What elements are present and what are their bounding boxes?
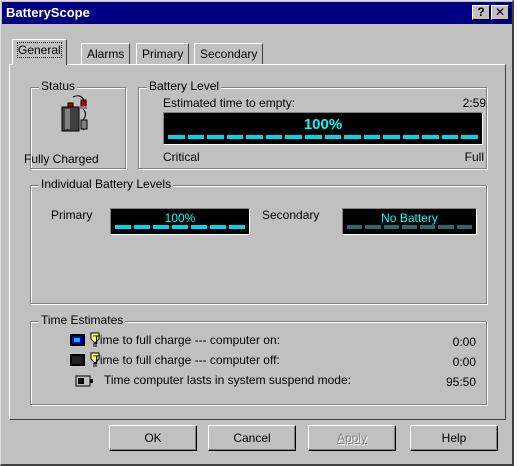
lcd-segment: [365, 225, 381, 229]
lcd-segment: [226, 135, 244, 139]
estimate-row-3-value: 95:50: [445, 375, 476, 389]
lcd-segment: [438, 225, 454, 229]
estimate-row-2-value: 0:00: [452, 355, 476, 369]
lcd-segment: [363, 135, 381, 139]
tab-primary[interactable]: Primary: [136, 43, 190, 65]
individual-levels-group: Individual Battery Levels Primary 100% S…: [30, 177, 487, 304]
battery-level-segments: [168, 135, 478, 139]
lcd-segment: [441, 135, 459, 139]
battery-level-percent: 100%: [303, 116, 343, 133]
status-group: Status Fully Charged: [24, 79, 126, 169]
battery-level-group-label: Battery Level: [147, 79, 222, 93]
lcd-segment: [187, 135, 205, 139]
estimate-row-3-label: Time computer lasts in system suspend mo…: [104, 373, 351, 387]
primary-percent: 100%: [164, 211, 196, 225]
lcd-segment: [134, 225, 150, 229]
lcd-segment: [344, 135, 361, 139]
cancel-button[interactable]: Cancel: [208, 425, 296, 451]
status-group-label: Status: [39, 79, 78, 93]
battery-level-group: Battery Level Estimated time to empty: 2…: [138, 79, 487, 169]
lcd-segment: [461, 135, 478, 139]
primary-label: Primary: [51, 208, 93, 222]
secondary-status: No Battery: [381, 211, 438, 225]
estimate-row-2-label: Time to full charge --- computer off:: [93, 353, 280, 367]
battery-plug-icon: [61, 95, 88, 132]
lcd-segment: [420, 225, 436, 229]
help-button[interactable]: Help: [410, 425, 498, 451]
lcd-segment: [115, 225, 131, 229]
estimate-row-1-label: Time to full charge --- computer on:: [93, 333, 280, 347]
lcd-segment: [324, 135, 342, 139]
lcd-segment: [402, 135, 420, 139]
lcd-segment: [172, 225, 188, 229]
lcd-segment: [456, 225, 472, 229]
lcd-segment: [207, 135, 224, 139]
time-estimates-group: Time Estimates Time to full charge --- c…: [30, 313, 487, 405]
lcd-segment: [153, 225, 169, 229]
individual-levels-group-label: Individual Battery Levels: [39, 177, 174, 191]
lcd-segment: [285, 135, 302, 139]
general-tab-panel: Status Fully Charged Battery Level Estim…: [9, 64, 506, 420]
critical-label: Critical: [163, 150, 200, 164]
tab-alarms[interactable]: Alarms: [81, 43, 131, 65]
title-bar[interactable]: BatteryScope ? ✕: [2, 2, 512, 24]
primary-meter: 100%: [110, 208, 250, 235]
tab-secondary[interactable]: Secondary: [194, 43, 264, 65]
lcd-segment: [246, 135, 263, 139]
window-title: BatteryScope: [6, 5, 90, 20]
status-text: Fully Charged: [24, 152, 99, 166]
tab-general[interactable]: General: [12, 39, 67, 65]
lcd-segment: [168, 135, 185, 139]
help-title-button[interactable]: ?: [472, 5, 490, 20]
secondary-segments: [347, 225, 472, 229]
lcd-segment: [383, 135, 400, 139]
lcd-segment: [191, 225, 207, 229]
primary-segments: [115, 225, 245, 229]
secondary-meter: No Battery: [342, 208, 477, 235]
estimate-row-1-value: 0:00: [452, 335, 476, 349]
lcd-segment: [422, 135, 439, 139]
ok-button[interactable]: OK: [109, 425, 197, 451]
lcd-segment: [401, 225, 418, 229]
estimated-time-value: 2:59: [462, 96, 486, 110]
lcd-segment: [304, 135, 322, 139]
lcd-segment: [265, 135, 283, 139]
lcd-segment: [383, 225, 399, 229]
battery-level-meter: 100%: [163, 112, 483, 145]
secondary-label: Secondary: [262, 208, 320, 222]
time-estimates-group-label: Time Estimates: [39, 313, 126, 327]
apply-button[interactable]: Apply: [308, 425, 396, 451]
lcd-segment: [229, 225, 245, 229]
battery-dialog: BatteryScope ? ✕ General Alarms Primary …: [0, 0, 514, 466]
estimated-time-label: Estimated time to empty:: [163, 96, 296, 110]
lcd-segment: [347, 225, 363, 229]
lcd-segment: [210, 225, 226, 229]
close-title-button[interactable]: ✕: [491, 5, 509, 20]
full-label: Full: [464, 150, 484, 164]
